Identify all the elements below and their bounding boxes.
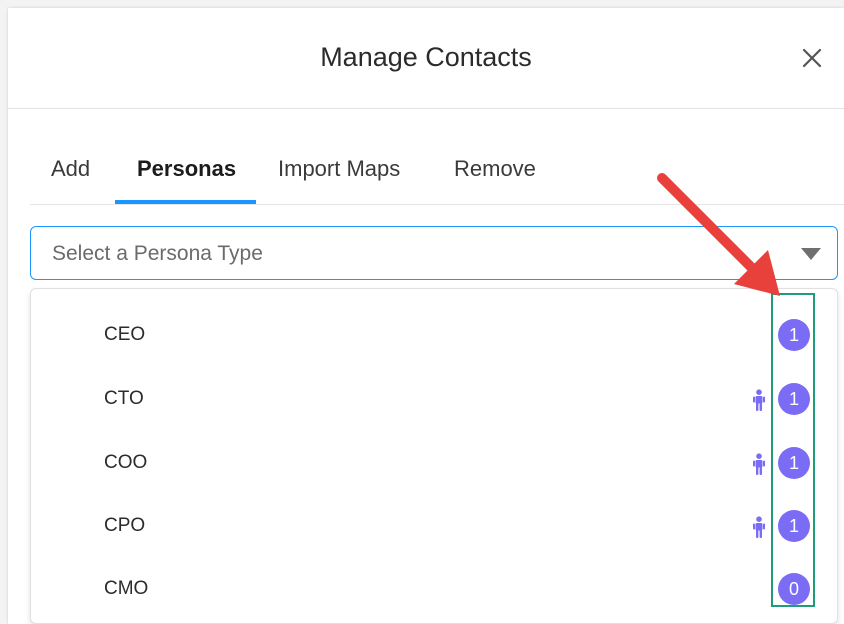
tab-bar: Add Personas Import Maps Remove — [30, 146, 844, 205]
close-button[interactable] — [798, 44, 826, 72]
persona-option-cpo[interactable]: CPO 1 — [31, 496, 837, 556]
persona-option-label: CMO — [104, 578, 149, 599]
page: Manage Contacts Add Personas Import Maps… — [0, 0, 844, 624]
tab-add[interactable]: Add — [51, 156, 90, 182]
person-icon — [753, 453, 765, 475]
manage-contacts-modal: Manage Contacts Add Personas Import Maps… — [8, 8, 844, 624]
modal-title: Manage Contacts — [320, 42, 532, 72]
tab-personas[interactable]: Personas — [137, 156, 236, 182]
count-badge: 1 — [778, 383, 810, 415]
persona-dropdown-list: CEO 1 CTO 1 COO 1 CPO 1 CMO 0 — [30, 288, 838, 624]
tab-remove[interactable]: Remove — [454, 156, 536, 182]
count-badge: 1 — [778, 510, 810, 542]
person-icon — [753, 516, 765, 538]
count-badge: 0 — [778, 573, 810, 605]
caret-down-icon — [801, 248, 821, 260]
tab-import-maps[interactable]: Import Maps — [278, 156, 400, 182]
persona-option-cmo[interactable]: CMO 0 — [31, 559, 837, 619]
persona-option-label: COO — [104, 452, 148, 473]
active-tab-indicator — [115, 200, 256, 204]
person-icon — [753, 389, 765, 411]
persona-option-label: CEO — [104, 324, 146, 345]
persona-type-select[interactable]: Select a Persona Type — [30, 226, 838, 280]
persona-option-coo[interactable]: COO 1 — [31, 433, 837, 493]
persona-option-ceo[interactable]: CEO 1 — [31, 305, 837, 365]
modal-header: Manage Contacts — [8, 8, 844, 109]
persona-option-label: CTO — [104, 388, 144, 409]
select-placeholder: Select a Persona Type — [52, 242, 263, 265]
count-badge: 1 — [778, 447, 810, 479]
close-icon — [802, 48, 822, 68]
persona-option-cto[interactable]: CTO 1 — [31, 369, 837, 429]
persona-option-label: CPO — [104, 515, 146, 536]
count-badge: 1 — [778, 319, 810, 351]
